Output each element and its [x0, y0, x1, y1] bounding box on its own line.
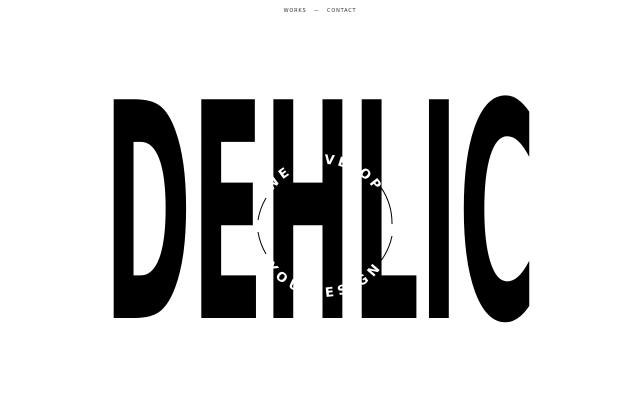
- brand-logo: DEHLIC: [104, 40, 536, 389]
- logo-wordmark: DEHLIC: [104, 40, 536, 389]
